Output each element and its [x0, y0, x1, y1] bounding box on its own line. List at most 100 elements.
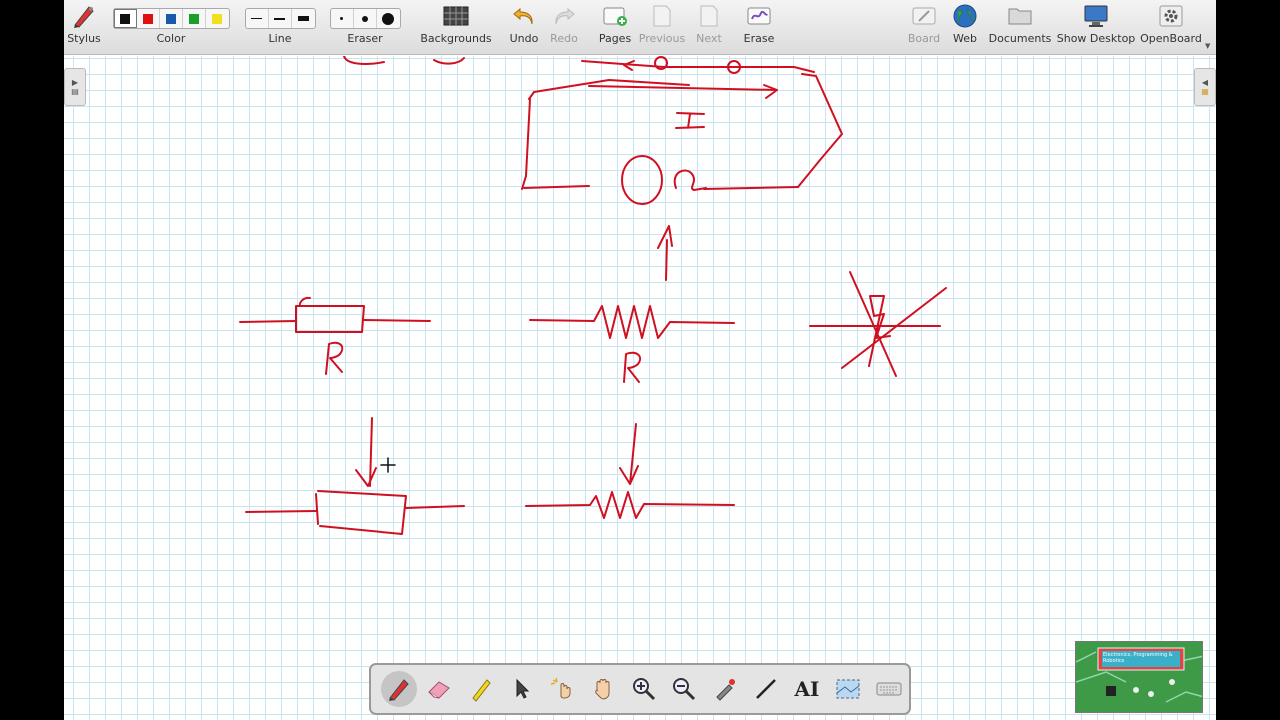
eraser-group: Eraser — [329, 0, 401, 55]
zoom-in-icon — [632, 678, 655, 701]
eraser-medium[interactable] — [354, 9, 377, 28]
crosshair-cursor-icon — [380, 457, 396, 473]
line-medium[interactable] — [269, 9, 292, 28]
hand-icon — [594, 679, 610, 700]
erase-board-icon — [746, 0, 772, 32]
text-tool-button[interactable]: AI — [786, 669, 827, 709]
next-label: Next — [696, 32, 722, 45]
line-width-palette — [244, 8, 316, 29]
backgrounds-label: Backgrounds — [420, 32, 492, 45]
pen-tool-button[interactable] — [381, 671, 417, 707]
capture-icon — [836, 679, 860, 699]
next-page-icon — [699, 0, 719, 32]
webcam-thumbnail[interactable]: Electronics, Programming & Robotics — [1075, 641, 1203, 713]
folder-icon — [1007, 0, 1033, 32]
ink-stroke — [405, 505, 465, 509]
ink-stroke — [521, 98, 531, 190]
openboard-label: OpenBoard — [1140, 32, 1202, 45]
eraser-large[interactable] — [377, 9, 400, 28]
stylus-button[interactable]: Stylus — [66, 0, 102, 55]
keyboard-tool-button[interactable] — [868, 669, 909, 709]
pages-button[interactable]: Pages — [598, 0, 632, 55]
stylus-icon — [71, 0, 97, 32]
ink-stroke — [528, 79, 690, 100]
color-red[interactable] — [137, 9, 160, 28]
laser-pointer-icon — [716, 679, 736, 701]
color-green[interactable] — [183, 9, 206, 28]
hand-tool-button[interactable] — [582, 669, 623, 709]
ink-stroke — [849, 271, 897, 377]
line-group: Line — [244, 0, 316, 55]
web-button[interactable]: Web — [950, 0, 980, 55]
undo-button[interactable]: Undo — [509, 0, 539, 55]
undo-label: Undo — [509, 32, 539, 45]
zoom-out-tool-button[interactable] — [664, 669, 705, 709]
eraser-label: Eraser — [347, 32, 383, 45]
ink-stroke — [298, 296, 311, 307]
openboard-menu-button[interactable]: OpenBoard — [1140, 0, 1202, 55]
ink-stroke — [588, 85, 778, 91]
line-thin[interactable] — [246, 9, 269, 28]
color-group: Color — [112, 0, 230, 55]
color-black[interactable] — [113, 9, 137, 28]
highlighter-icon — [472, 679, 491, 702]
documents-button[interactable]: Documents — [988, 0, 1052, 55]
capture-tool-button[interactable] — [827, 669, 868, 709]
pages-label: Pages — [598, 32, 632, 45]
settings-gear-icon — [1158, 0, 1184, 32]
erase-label: Erase — [743, 32, 775, 45]
next-button[interactable]: Next — [694, 0, 724, 55]
library-icon: ▦ — [1201, 87, 1209, 96]
previous-button[interactable]: Previous — [638, 0, 686, 55]
add-page-icon — [602, 0, 628, 32]
eraser-icon — [428, 681, 451, 699]
redo-icon — [552, 0, 576, 32]
ink-stroke — [619, 423, 639, 485]
color-label: Color — [156, 32, 186, 45]
redo-button[interactable]: Redo — [549, 0, 579, 55]
laser-pointer-tool-button[interactable] — [705, 669, 746, 709]
color-yellow[interactable] — [206, 9, 229, 28]
line-label: Line — [268, 32, 292, 45]
erase-button[interactable]: Erase — [742, 0, 776, 55]
line-tool-button[interactable] — [746, 669, 787, 709]
ink-stroke — [239, 320, 297, 323]
selector-tool-button[interactable] — [501, 669, 542, 709]
board-canvas[interactable]: I 0Ω R R ▶ ▤ ◀ ▦ Electronics, — [64, 56, 1216, 720]
ink-stroke — [525, 491, 735, 519]
color-blue[interactable] — [160, 9, 183, 28]
backgrounds-icon — [443, 0, 469, 32]
zoom-in-tool-button[interactable] — [623, 669, 664, 709]
selector-icon — [516, 678, 530, 699]
ink-stroke — [523, 185, 590, 189]
color-palette — [112, 8, 230, 29]
eraser-small[interactable] — [331, 9, 354, 28]
eraser-tool-button[interactable] — [419, 669, 460, 709]
board-label: Board — [907, 32, 941, 45]
board-icon — [911, 0, 937, 32]
keyboard-icon — [876, 682, 902, 696]
documents-label: Documents — [988, 32, 1052, 45]
ink-stroke — [433, 57, 465, 65]
pen-icon — [388, 679, 409, 701]
ink-stroke — [703, 186, 799, 190]
ink-stroke — [295, 305, 365, 333]
previous-label: Previous — [638, 32, 686, 45]
show-desktop-button[interactable]: Show Desktop — [1057, 0, 1135, 55]
stylus-palette: AI — [369, 663, 911, 715]
redo-label: Redo — [550, 32, 578, 45]
monitor-icon — [1083, 0, 1109, 32]
backgrounds-button[interactable]: Backgrounds — [420, 0, 492, 55]
zoom-out-icon — [673, 678, 696, 701]
right-palette-toggle[interactable]: ◀ ▦ — [1194, 68, 1216, 106]
line-thick[interactable] — [292, 9, 315, 28]
top-toolbar: Stylus Color Line Eraser Backgrounds Und… — [64, 0, 1216, 55]
interact-tool-button[interactable] — [541, 669, 582, 709]
ink-stroke — [245, 510, 317, 513]
left-palette-toggle[interactable]: ▶ ▤ — [64, 68, 86, 106]
line-icon — [756, 679, 776, 699]
globe-icon — [952, 0, 978, 32]
ink-stroke — [355, 417, 377, 487]
highlighter-tool-button[interactable] — [460, 669, 501, 709]
board-button[interactable]: Board — [907, 0, 941, 55]
